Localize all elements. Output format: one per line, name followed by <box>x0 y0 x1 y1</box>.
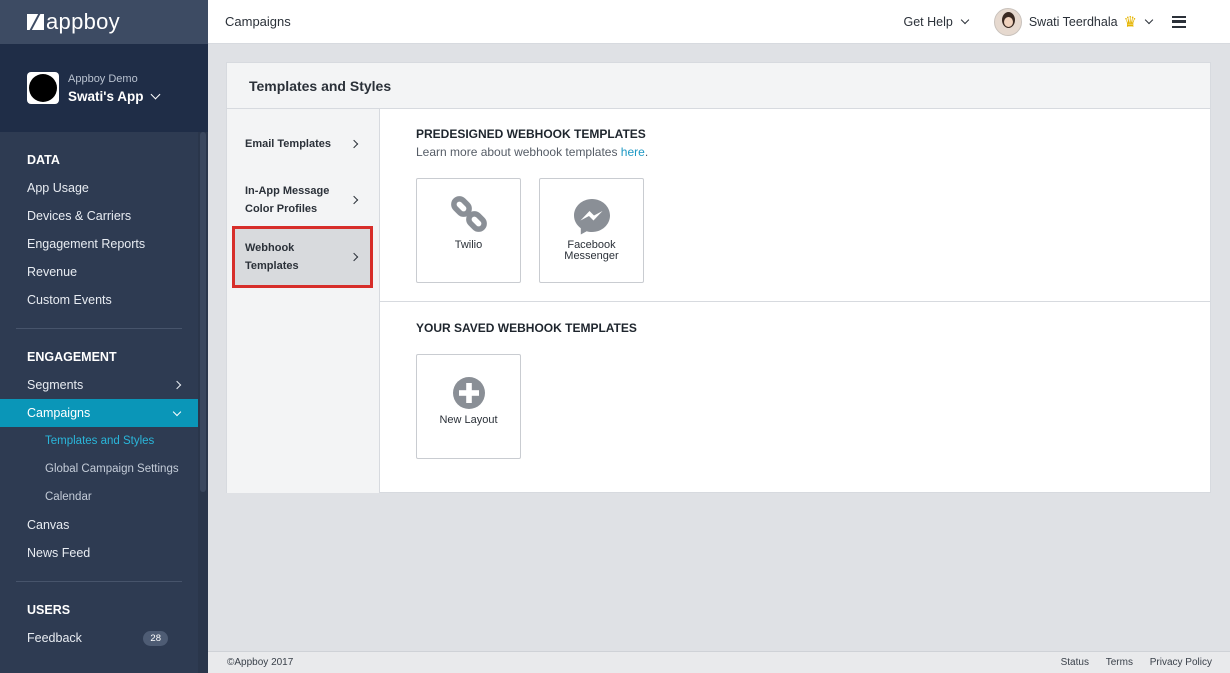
avatar <box>993 7 1022 36</box>
sidebar-subitem-calendar[interactable]: Calendar <box>0 483 198 511</box>
crown-icon: ♛ <box>1123 13 1137 31</box>
sidebar-item-custom-events[interactable]: Custom Events <box>0 286 198 314</box>
plus-circle-icon <box>452 377 485 409</box>
predesigned-heading: PREDESIGNED WEBHOOK TEMPLATES <box>416 127 646 141</box>
get-help-menu[interactable]: Get Help <box>903 15 970 29</box>
chevron-down-icon <box>1144 15 1154 24</box>
section-heading-data: DATA <box>27 153 60 167</box>
app-avatar <box>27 72 59 104</box>
new-layout-card[interactable]: New Layout <box>416 354 521 459</box>
sidebar-nav: DATA App Usage Devices & Carriers Engage… <box>0 132 198 652</box>
feedback-count-badge: 28 <box>143 630 168 646</box>
saved-heading: YOUR SAVED WEBHOOK TEMPLATES <box>416 321 637 335</box>
learn-more-link[interactable]: here <box>621 145 645 159</box>
sidebar-item-segments[interactable]: Segments <box>0 371 198 399</box>
nav-webhook-templates[interactable]: Webhook Templates <box>232 226 373 288</box>
app-name[interactable]: Swati's App <box>68 89 161 104</box>
footer-link-terms[interactable]: Terms <box>1106 657 1133 668</box>
appboy-logo-icon <box>27 14 44 30</box>
sidebar-item-campaigns[interactable]: Campaigns <box>0 399 198 427</box>
footer: ©Appboy 2017 Status Terms Privacy Policy <box>208 651 1230 673</box>
sidebar-subitem-templates-and-styles[interactable]: Templates and Styles <box>0 427 198 455</box>
org-name: Appboy Demo <box>68 72 138 85</box>
template-card-facebook-messenger[interactable]: Facebook Messenger <box>539 178 644 283</box>
sidebar-item-app-usage[interactable]: App Usage <box>0 174 198 202</box>
sidebar-item-engagement-reports[interactable]: Engagement Reports <box>0 230 198 258</box>
chevron-right-icon <box>349 139 359 149</box>
page-title: Campaigns <box>225 14 291 29</box>
card-label: Twilio <box>454 239 483 251</box>
copyright: ©Appboy 2017 <box>227 657 294 668</box>
messenger-icon <box>573 199 610 235</box>
chevron-right-icon <box>349 252 359 262</box>
section-divider <box>380 301 1210 302</box>
section-heading-users: USERS <box>27 603 71 617</box>
logo-bar: appboy <box>0 0 208 44</box>
chevron-down-icon <box>172 407 182 416</box>
sidebar-item-devices-carriers[interactable]: Devices & Carriers <box>0 202 198 230</box>
sidebar-divider <box>16 581 182 582</box>
menu-icon[interactable] <box>1172 15 1186 28</box>
chevron-down-icon <box>960 15 970 24</box>
card-label: Messenger <box>564 250 619 262</box>
user-name: Swati Teerdhala <box>1028 14 1118 29</box>
webhook-templates-content: PREDESIGNED WEBHOOK TEMPLATES Learn more… <box>380 109 1210 493</box>
sidebar-divider <box>16 328 182 329</box>
panel-title: Templates and Styles <box>227 63 1210 109</box>
sidebar-item-revenue[interactable]: Revenue <box>0 258 198 286</box>
sidebar-subitem-global-campaign-settings[interactable]: Global Campaign Settings <box>0 455 198 483</box>
nav-in-app-message-color-profiles[interactable]: In-App Message Color Profiles <box>232 181 373 219</box>
top-header: Campaigns Get Help Swati Teerdhala ♛ <box>208 0 1230 44</box>
template-type-nav: Email Templates In-App Message Color Prof… <box>227 109 380 493</box>
user-menu[interactable]: Swati Teerdhala ♛ <box>993 7 1154 36</box>
templates-panel: Templates and Styles Email Templates In-… <box>226 62 1211 493</box>
logo-text: appboy <box>46 9 120 34</box>
sidebar-item-news-feed[interactable]: News Feed <box>0 539 198 567</box>
footer-link-privacy-policy[interactable]: Privacy Policy <box>1150 657 1212 668</box>
app-switcher[interactable]: Appboy Demo Swati's App <box>0 44 208 132</box>
sidebar: appboy Appboy Demo Swati's App DATA App … <box>0 0 208 673</box>
appboy-logo[interactable]: appboy <box>27 9 120 35</box>
scrollbar-thumb[interactable] <box>200 132 206 492</box>
predesigned-description: Learn more about webhook templates here. <box>416 145 649 159</box>
sidebar-item-feedback[interactable]: Feedback 28 <box>0 624 198 652</box>
chevron-down-icon <box>151 89 161 99</box>
chevron-right-icon <box>349 195 359 205</box>
nav-email-templates[interactable]: Email Templates <box>232 134 373 154</box>
footer-link-status[interactable]: Status <box>1061 657 1089 668</box>
link-icon <box>450 196 487 232</box>
card-label: New Layout <box>439 414 498 426</box>
section-heading-engagement: ENGAGEMENT <box>27 350 117 364</box>
template-card-twilio[interactable]: Twilio <box>416 178 521 283</box>
sidebar-item-canvas[interactable]: Canvas <box>0 511 198 539</box>
sidebar-scrollbar[interactable] <box>198 132 208 673</box>
chevron-right-icon <box>172 380 182 390</box>
